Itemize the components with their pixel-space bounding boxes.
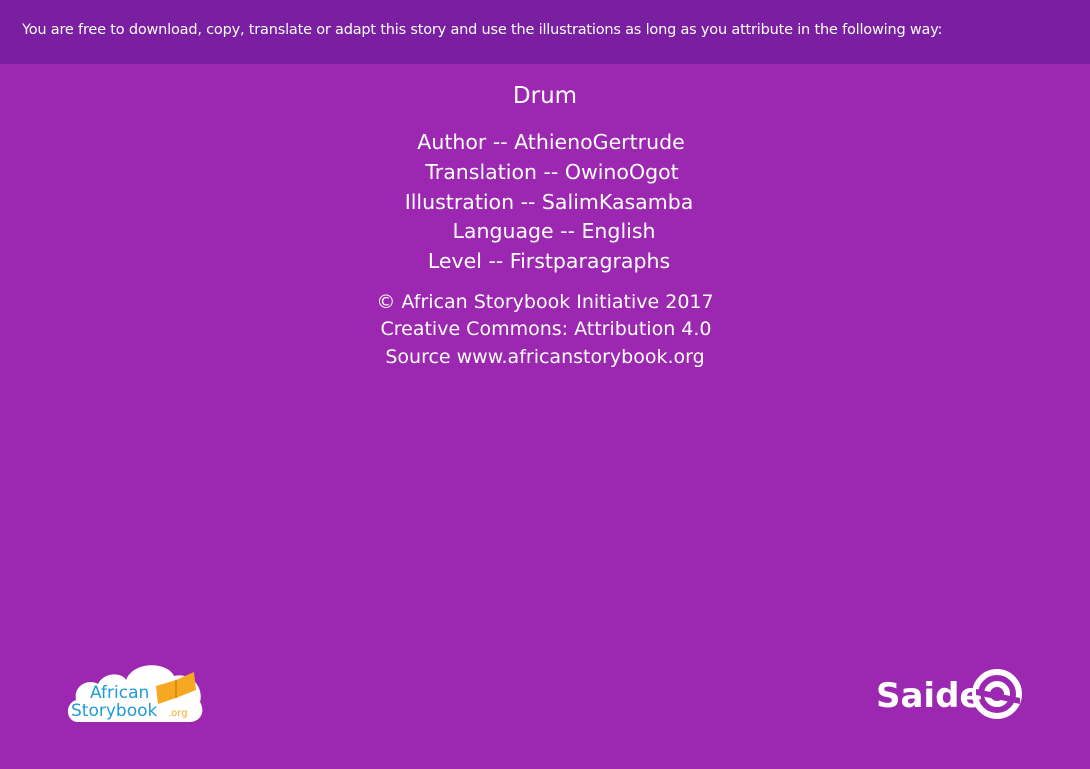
license-info: © African Storybook Initiative 2017 Crea… bbox=[0, 289, 1090, 372]
african-storybook-logo: African Storybook .org bbox=[67, 665, 203, 722]
credit-translation: Translation -- OwinoOgot bbox=[425, 159, 679, 184]
credit-level: Level -- Firstparagraphs bbox=[427, 249, 671, 273]
copyright-line: © African Storybook Initiative 2017 bbox=[376, 290, 714, 313]
logo-text-storybook: Storybook bbox=[71, 701, 158, 721]
attribution-notice: You are free to download, copy, translat… bbox=[22, 22, 943, 38]
license-line: Creative Commons: Attribution 4.0 bbox=[380, 318, 712, 341]
saide-logo: Saide bbox=[876, 669, 1022, 719]
logo-text-african: African bbox=[90, 683, 149, 703]
attribution-block: Drum Author -- AthienoGertrude Translati… bbox=[0, 80, 1090, 371]
saide-logo-text: Saide bbox=[876, 676, 982, 716]
credit-author: Author -- AthienoGertrude bbox=[417, 130, 685, 154]
attribution-banner: You are free to download, copy, translat… bbox=[0, 0, 1090, 64]
story-title: Drum bbox=[512, 83, 578, 109]
credit-language: Language -- English bbox=[452, 219, 656, 244]
credit-illustration: Illustration -- SalimKasamba bbox=[404, 189, 694, 214]
logo-text-org: .org bbox=[168, 708, 188, 719]
credits-list: Author -- AthienoGertrude Translation --… bbox=[0, 128, 1090, 277]
source-line: Source www.africanstorybook.org bbox=[385, 345, 705, 368]
